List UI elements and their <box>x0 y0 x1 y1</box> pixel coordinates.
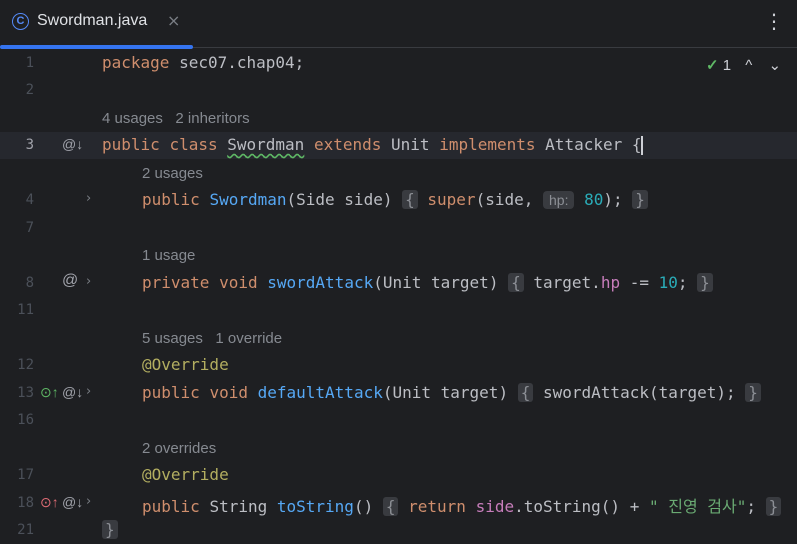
code-line: 2 <box>0 77 797 104</box>
code-line-current: 3 @↓ public class Swordman extends Unit … <box>0 132 797 159</box>
close-icon[interactable]: × <box>167 11 180 30</box>
fold-chevron-icon[interactable]: › <box>86 191 91 206</box>
line-number: 1 <box>25 55 34 71</box>
code-line: 1 package sec07.chap04; <box>0 50 797 77</box>
code-line: 7 <box>0 215 797 242</box>
overrides-hint[interactable]: 2 overrides <box>142 440 216 457</box>
code-line: 13 ⊙↑ @↓ › public void defaultAttack(Uni… <box>0 380 797 407</box>
code-line: 8 @ › private void swordAttack(Unit targ… <box>0 270 797 297</box>
code-text: } <box>102 520 118 539</box>
code-line: 21 } <box>0 517 797 544</box>
code-vision-hint[interactable]: 5 usages 1 override <box>0 325 797 352</box>
implements-method-icon[interactable]: ⊙↑ <box>40 384 59 401</box>
code-text: public Swordman(Side side) { super(side,… <box>142 190 648 209</box>
overrides-method-icon[interactable]: ⊙↑ <box>40 494 59 511</box>
line-number: 3 <box>25 137 34 153</box>
java-class-icon: C <box>12 13 29 30</box>
code-text: @Override <box>142 355 229 374</box>
code-line: 18 ⊙↑ @↓ › public String toString() { re… <box>0 490 797 517</box>
code-line: 11 <box>0 297 797 324</box>
fold-chevron-icon[interactable]: › <box>86 274 91 289</box>
more-options-icon[interactable]: ⋮ <box>764 10 784 34</box>
code-vision-hint[interactable]: 2 usages <box>0 160 797 187</box>
parameter-hint: hp: <box>543 191 575 209</box>
line-number: 17 <box>17 467 34 483</box>
code-line: 16 <box>0 407 797 434</box>
line-number: 13 <box>17 385 34 401</box>
line-number: 7 <box>25 220 34 236</box>
code-text: public void defaultAttack(Unit target) {… <box>142 383 761 402</box>
fold-chevron-icon[interactable]: › <box>86 384 91 399</box>
tab-swordman-java[interactable]: C Swordman.java × <box>0 0 193 49</box>
implemented-icon[interactable]: @↓ <box>62 136 83 152</box>
line-number: 4 <box>25 192 34 208</box>
code-text: @Override <box>142 465 229 484</box>
code-text: public String toString() { return side.t… <box>142 493 782 517</box>
code-vision-hint[interactable]: 4 usages 2 inheritors <box>0 105 797 132</box>
usages-hint: 5 usages <box>142 330 203 347</box>
tab-title: Swordman.java <box>37 12 148 29</box>
code-text: private void swordAttack(Unit target) { … <box>142 273 713 292</box>
usages-hint[interactable]: 2 usages <box>142 165 203 182</box>
overrides-hint: 1 override <box>215 330 283 347</box>
code-vision-hint[interactable]: 1 usage <box>0 242 797 269</box>
code-editor[interactable]: ✓ 1 ^ ⌄ 1 package sec07.chap04; 2 4 usag… <box>0 48 797 544</box>
line-number: 21 <box>17 522 34 538</box>
line-number: 16 <box>17 412 34 428</box>
text-caret <box>640 136 643 155</box>
code-vision-hint[interactable]: 2 overrides <box>0 435 797 462</box>
overridden-icon[interactable]: @↓ <box>62 494 83 510</box>
code-line: 4 › public Swordman(Side side) { super(s… <box>0 187 797 214</box>
fold-chevron-icon[interactable]: › <box>86 494 91 509</box>
code-line: 17 @Override <box>0 462 797 489</box>
inheritors-hint: 2 inheritors <box>175 110 250 127</box>
usages-hint[interactable]: 1 usage <box>142 247 195 264</box>
at-icon[interactable]: @ <box>62 272 78 290</box>
code-text: package sec07.chap04; <box>102 53 305 72</box>
overridden-icon[interactable]: @↓ <box>62 384 83 400</box>
editor-tab-bar: C Swordman.java × ⋮ <box>0 0 797 49</box>
usages-hint: 4 usages <box>102 110 163 127</box>
line-number: 8 <box>25 275 34 291</box>
code-text: public class Swordman extends Unit imple… <box>102 135 643 155</box>
line-number: 11 <box>17 302 34 318</box>
code-line: 12 @Override <box>0 352 797 379</box>
line-number: 12 <box>17 357 34 373</box>
line-number: 2 <box>25 82 34 98</box>
line-number: 18 <box>17 495 34 511</box>
